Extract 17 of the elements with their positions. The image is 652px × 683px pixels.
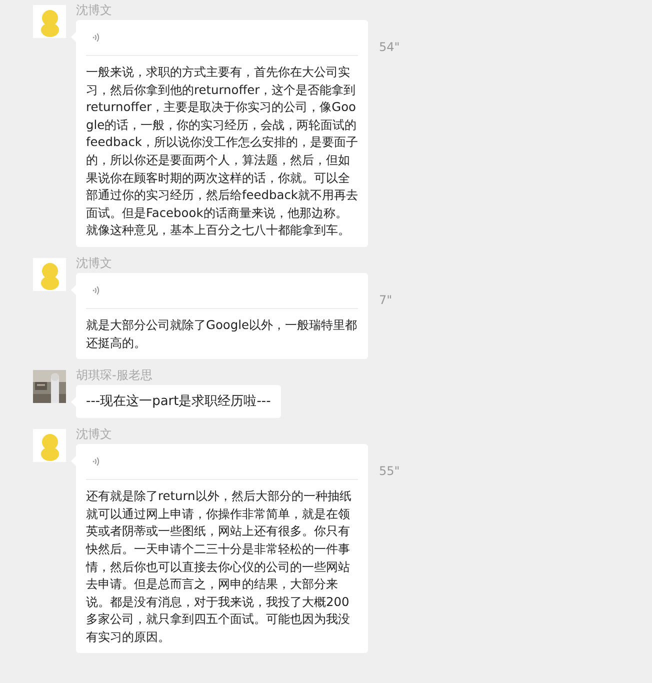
voice-duration: 54" [379, 40, 400, 54]
transcript-text: 就是大部分公司就除了Google以外，一般瑞特里都还挺高的。 [86, 316, 358, 352]
voice-icon[interactable] [92, 284, 100, 297]
voice-duration: 7" [379, 292, 392, 307]
sender-name: 沈博文 [76, 3, 113, 19]
voice-duration: 55" [379, 464, 400, 478]
avatar [33, 5, 66, 38]
sender-name: 沈博文 [76, 256, 113, 272]
sender-name: 胡琪琛-服老思 [76, 368, 154, 384]
transcript-text: 还有就是除了return以外，然后大部分的一种抽纸就可以通过网上申请，你操作非常简单，就是在领英或者阴蒂或一些图纸，网站上还有很多。你只有快然后。一天申请个二三十分是非常轻松的一件事情，然后你也可以直接去你心仪的公司的一些网站去申请。但是总而言之，网申的结果，大部分来说。都是没有消息，对于我来说，我投了大概200多家公司，就只拿到四五个面试。可能也因为我没有实习的原因。 [86, 488, 352, 646]
message-text: ---现在这一part是求职经历啦--- [86, 393, 271, 412]
avatar [33, 258, 66, 291]
sender-name: 沈博文 [76, 427, 113, 444]
voice-icon[interactable] [92, 31, 100, 44]
voice-icon[interactable] [92, 455, 100, 468]
avatar [33, 429, 66, 462]
transcript-text: 一般来说，求职的方式主要有，首先你在大公司实习，然后你拿到他的returnoffer，这个是否能拿到returnoffer，主要是取决于你实习的公司，像Google的话，一般，你的实习经历，会战，两轮面试的feedback，所以说你没工作怎么安排的，是要面子的，所以你还是要面两个人，算法题，然后，但如果说你在顾客时期的两次这样的话，你就。可以全部通过你的实习经历，然后给feedback就不用再去面试。但是Facebook的话商量来说，他那边称。就像这种意见，基本上百分之七八十都能拿到车。 [86, 64, 358, 240]
